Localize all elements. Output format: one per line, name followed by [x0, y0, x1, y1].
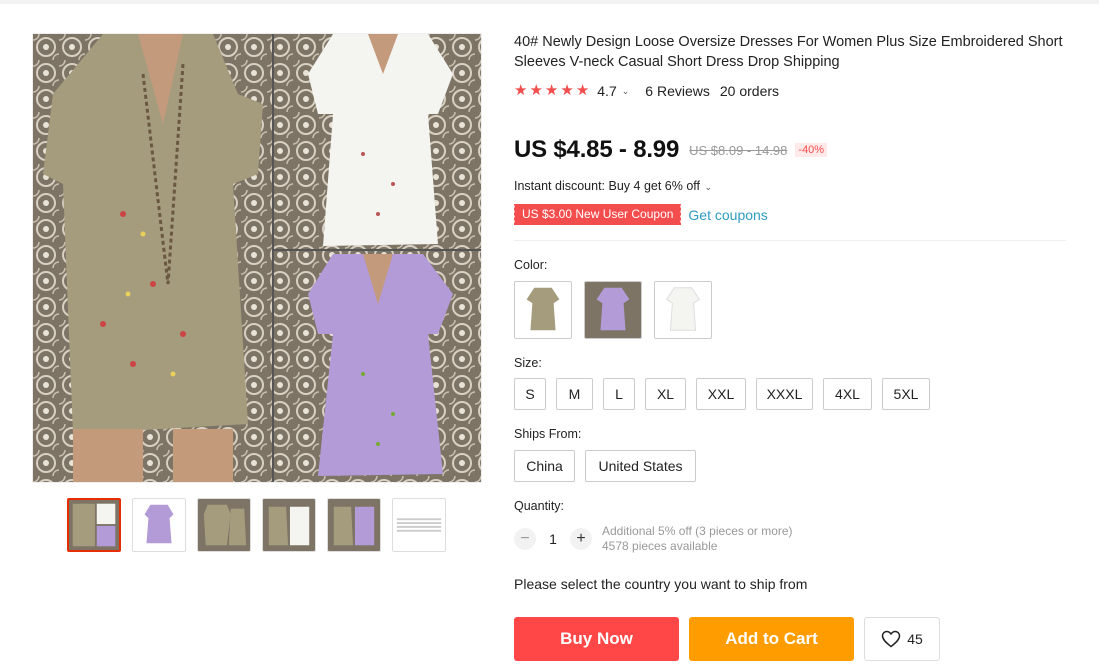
- coupon-row: US $3.00 New User Coupon Get coupons: [512, 204, 768, 225]
- chevron-down-icon: ⌄: [704, 182, 713, 192]
- thumbnail-strip: [67, 498, 446, 552]
- ships-from-label: Ships From:: [514, 427, 582, 441]
- rating-value[interactable]: 4.7: [597, 83, 616, 99]
- star-icon: ★: [560, 82, 574, 99]
- new-user-coupon[interactable]: US $3.00 New User Coupon: [512, 204, 682, 225]
- thumbnail-3[interactable]: [197, 498, 251, 552]
- size-option-s[interactable]: S: [514, 378, 546, 410]
- product-title: 40# Newly Design Loose Oversize Dresses …: [514, 34, 1063, 70]
- wishlist-button[interactable]: 45: [864, 617, 940, 661]
- add-to-cart-button[interactable]: Add to Cart: [689, 617, 854, 661]
- original-price: US $8.09 - 14.98: [689, 142, 788, 158]
- ships-from-options: China United States: [514, 450, 696, 482]
- size-options: S M L XL XXL XXXL 4XL 5XL: [514, 378, 930, 410]
- size-option-xl[interactable]: XL: [645, 378, 686, 410]
- chevron-down-icon[interactable]: ⌄: [622, 86, 630, 97]
- price-row: US $4.85 - 8.99 US $8.09 - 14.98 -40%: [514, 136, 828, 164]
- star-icon: ★: [544, 82, 559, 99]
- thumbnail-6[interactable]: [392, 498, 446, 552]
- star-rating: ★ ★ ★ ★ ★: [514, 83, 589, 99]
- top-divider: [0, 0, 1099, 4]
- action-buttons: Buy Now Add to Cart 45: [514, 617, 940, 661]
- orders-count: 20 orders: [719, 83, 780, 99]
- get-coupons-link[interactable]: Get coupons: [688, 207, 767, 223]
- main-product-image[interactable]: [32, 33, 482, 483]
- size-label: Size:: [514, 356, 542, 370]
- wishlist-count: 45: [907, 631, 923, 647]
- ships-from-united-states[interactable]: United States: [585, 450, 696, 482]
- star-icon: ★: [529, 82, 543, 99]
- rating-row: ★ ★ ★ ★ ★ 4.7 ⌄ 6 Reviews 20 orders: [514, 83, 780, 100]
- reviews-link[interactable]: 6 Reviews: [645, 83, 710, 99]
- heart-icon: [881, 630, 901, 648]
- discount-badge: -40%: [795, 143, 828, 157]
- thumbnail-4[interactable]: [262, 498, 316, 552]
- color-option-khaki[interactable]: [514, 281, 572, 339]
- section-divider: [514, 240, 1066, 241]
- size-option-l[interactable]: L: [603, 378, 635, 410]
- quantity-stepper: − 1 + Additional 5% off (3 pieces or mor…: [514, 524, 793, 554]
- star-icon: ★: [575, 82, 590, 99]
- color-label: Color:: [514, 258, 548, 272]
- bulk-discount-note: Additional 5% off (3 pieces or more): [602, 524, 793, 538]
- thumbnail-5[interactable]: [327, 498, 381, 552]
- thumbnail-2[interactable]: [132, 498, 186, 552]
- size-option-m[interactable]: M: [556, 378, 593, 410]
- shipping-note: Please select the country you want to sh…: [514, 576, 808, 592]
- quantity-input[interactable]: 1: [536, 531, 570, 547]
- quantity-info: Additional 5% off (3 pieces or more) 457…: [602, 524, 793, 554]
- size-option-xxxl[interactable]: XXXL: [756, 378, 813, 410]
- ships-from-china[interactable]: China: [514, 450, 575, 482]
- instant-discount-text: Instant discount: Buy 4 get 6% off: [514, 179, 700, 193]
- thumbnail-1[interactable]: [67, 498, 121, 552]
- buy-now-button[interactable]: Buy Now: [514, 617, 679, 661]
- stock-available: 4578 pieces available: [602, 539, 718, 553]
- instant-discount[interactable]: Instant discount: Buy 4 get 6% off ⌄: [514, 179, 712, 193]
- size-option-xxl[interactable]: XXL: [696, 378, 746, 410]
- color-option-white[interactable]: [654, 281, 712, 339]
- star-icon: ★: [514, 82, 528, 99]
- size-option-4xl[interactable]: 4XL: [823, 378, 872, 410]
- size-option-5xl[interactable]: 5XL: [882, 378, 930, 410]
- color-options: [514, 281, 712, 339]
- current-price: US $4.85 - 8.99: [514, 136, 680, 163]
- quantity-label: Quantity:: [514, 499, 565, 513]
- quantity-increase-button[interactable]: +: [570, 528, 592, 550]
- product-info: 40# Newly Design Loose Oversize Dresses …: [514, 33, 1074, 72]
- color-option-purple[interactable]: [584, 281, 642, 339]
- quantity-decrease-button[interactable]: −: [514, 528, 536, 550]
